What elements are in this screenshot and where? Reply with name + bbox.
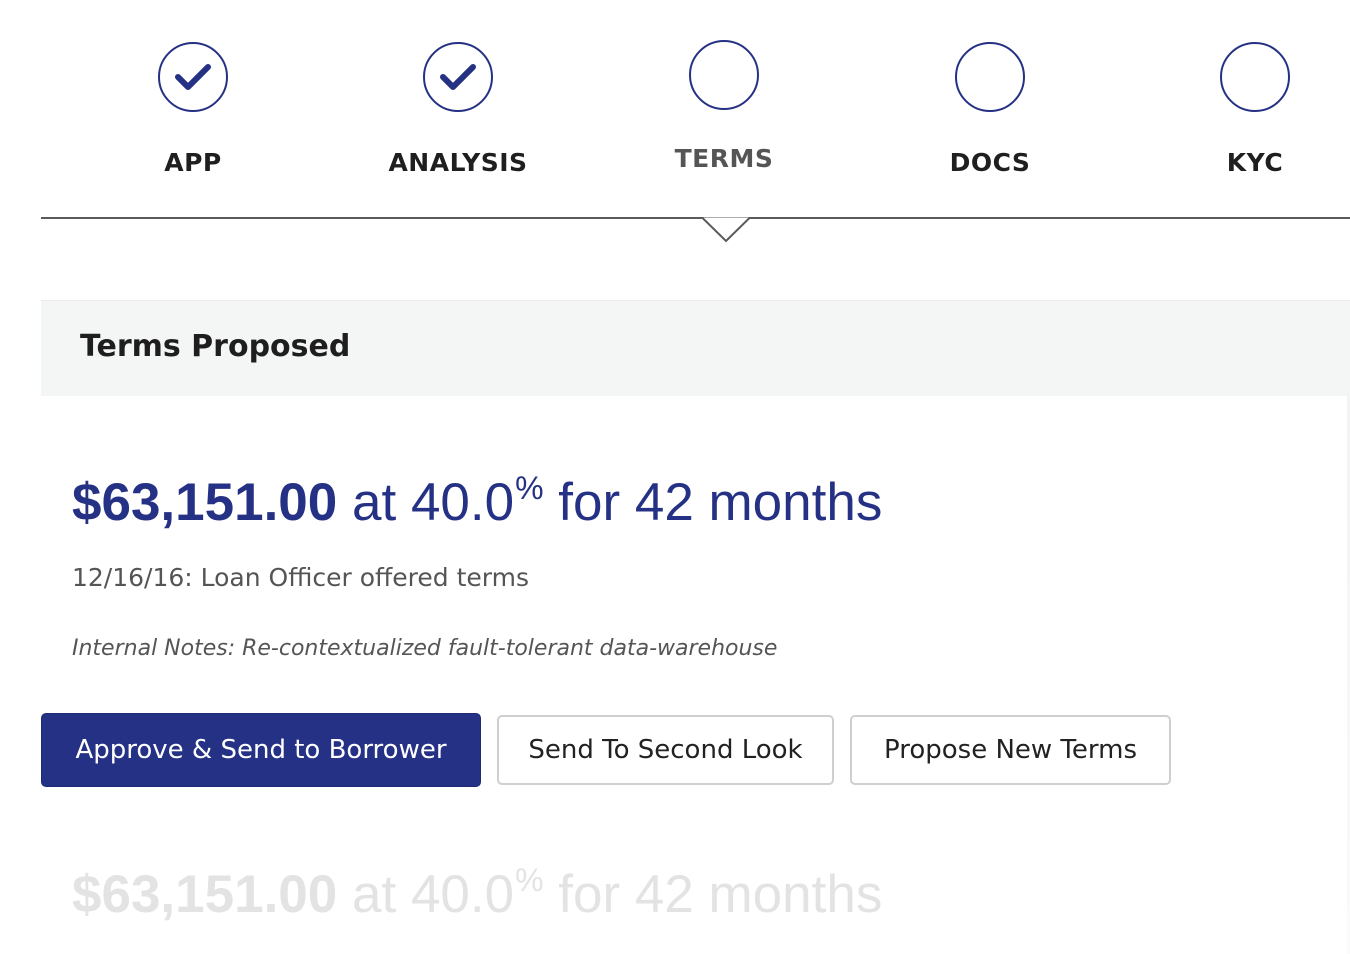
previous-offer-rate: 40.0 (410, 865, 515, 924)
send-second-look-button[interactable]: Send To Second Look (497, 715, 834, 785)
step-label: APP (164, 148, 222, 177)
offer-amount: $63,151.00 (72, 473, 338, 532)
offer-term: for 42 months (558, 473, 883, 532)
step-kyc[interactable]: KYC (1155, 42, 1350, 177)
terms-panel-header: Terms Proposed (41, 300, 1350, 396)
offer-internal-notes: Internal Notes: Re-contextualized fault-… (72, 636, 778, 661)
approve-send-button[interactable]: Approve & Send to Borrower (41, 713, 481, 787)
step-app[interactable]: APP (93, 42, 293, 177)
previous-offer-amount: $63,151.00 (72, 865, 338, 924)
step-label: DOCS (949, 148, 1031, 177)
step-label: TERMS (674, 144, 774, 173)
check-icon (175, 64, 211, 90)
panel-title: Terms Proposed (80, 329, 351, 364)
active-step-pointer-icon (702, 216, 750, 243)
step-app-circle (158, 42, 228, 112)
offer-summary: $63,151.00 at 40.0% for 42 months (72, 470, 883, 533)
step-analysis[interactable]: ANALYSIS (358, 42, 558, 177)
offer-rate-symbol: % (515, 470, 544, 506)
propose-new-terms-button[interactable]: Propose New Terms (850, 715, 1171, 785)
previous-offer-summary: $63,151.00 at 40.0% for 42 months (72, 862, 883, 925)
previous-offer-at: at (352, 865, 397, 924)
offer-at: at (352, 473, 397, 532)
stepper-track (41, 217, 1350, 219)
offer-meta: 12/16/16: Loan Officer offered terms (72, 563, 529, 592)
step-label: ANALYSIS (388, 148, 528, 177)
previous-offer-term: for 42 months (558, 865, 883, 924)
empty-circle-icon (1220, 42, 1290, 112)
progress-stepper: APP ANALYSIS TERMS DOCS KYC (0, 0, 1350, 245)
previous-offer-rate-symbol: % (515, 862, 544, 898)
step-analysis-circle (423, 42, 493, 112)
step-label: KYC (1226, 148, 1284, 177)
empty-circle-icon (689, 40, 759, 110)
check-icon (440, 64, 476, 90)
step-docs[interactable]: DOCS (890, 42, 1090, 177)
offer-rate: 40.0 (410, 473, 515, 532)
step-terms[interactable]: TERMS (624, 40, 824, 173)
empty-circle-icon (955, 42, 1025, 112)
